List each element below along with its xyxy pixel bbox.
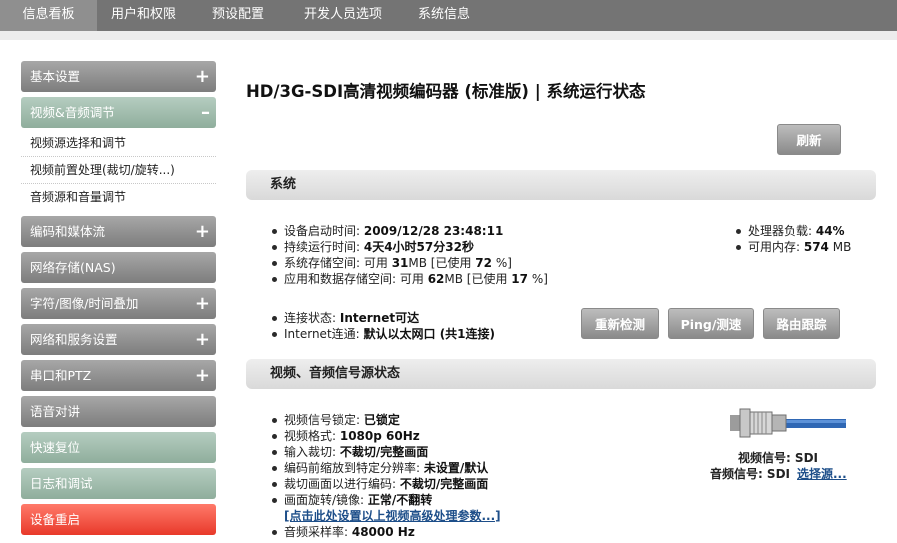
list-item: 视频格式: 1080p 60Hz [270, 428, 501, 444]
tab-system-info[interactable]: 系统信息 [400, 0, 488, 31]
sidebar-item-label: 编码和媒体流 [30, 224, 106, 239]
refresh-button[interactable]: 刷新 [777, 124, 841, 155]
sidebar-item-nas[interactable]: 网络存储(NAS) [21, 252, 216, 283]
expand-plus-icon: + [194, 365, 210, 386]
sidebar-item-encoding-streams[interactable]: 编码和媒体流 + [21, 216, 216, 247]
sidebar-item-serial-ptz[interactable]: 串口和PTZ + [21, 360, 216, 391]
audio-signal-label: 音频信号: SDI [709, 467, 790, 481]
video-signal-label: 视频信号: SDI [737, 451, 818, 465]
sidebar-item-label: 日志和调试 [30, 476, 93, 491]
sidebar-item-label: 字符/图像/时间叠加 [30, 296, 139, 311]
collapse-minus-icon: – [201, 102, 210, 123]
list-item: 系统存储空间: 可用 31MB [已使用 72 %] [270, 255, 548, 271]
sidebar-item-label: 基本设置 [30, 69, 81, 84]
sidebar-item-logs-debug[interactable]: 日志和调试 [21, 468, 216, 499]
sidebar-item-label: 网络和服务设置 [30, 332, 118, 347]
list-item: 应用和数据存储空间: 可用 62MB [已使用 17 %] [270, 271, 548, 287]
advanced-video-settings-link[interactable]: [点击此处设置以上视频高级处理参数...] [284, 509, 501, 523]
top-nav: 信息看板 用户和权限 预设配置 开发人员选项 系统信息 [0, 0, 897, 31]
list-item: 音频采样率: 48000 Hz [270, 524, 501, 540]
page-title: HD/3G-SDI高清视频编码器 (标准版) | 系统运行状态 [246, 82, 646, 101]
tab-developer-options[interactable]: 开发人员选项 [286, 0, 400, 31]
sidebar-item-quick-reset[interactable]: 快速复位 [21, 432, 216, 463]
tab-users-permissions[interactable]: 用户和权限 [97, 0, 190, 31]
list-item: 可用内存: 574 MB [734, 239, 851, 255]
list-item: 视频信号锁定: 已锁定 [270, 412, 501, 428]
sidebar-item-label: 快速复位 [30, 440, 81, 455]
route-trace-button[interactable]: 路由跟踪 [763, 308, 840, 339]
list-item: 持续运行时间: 4天4小时57分32秒 [270, 239, 548, 255]
select-source-link[interactable]: 选择源... [797, 467, 847, 481]
connection-status-list: 连接状态: Internet可达 Internet连通: 默认以太网口 (共1连… [270, 310, 495, 342]
ping-speedtest-button[interactable]: Ping/测速 [668, 308, 754, 339]
section-header-av-status: 视频、音频信号源状态 [246, 359, 876, 389]
list-item: 裁切画面以进行编码: 不裁切/完整画面 [270, 476, 501, 492]
sidebar-item-basic-settings[interactable]: 基本设置 + [21, 61, 216, 92]
sdi-connector-icon [730, 408, 846, 438]
sidebar-item-video-audio[interactable]: 视频&音频调节 – [21, 97, 216, 128]
system-info-list: 设备启动时间: 2009/12/28 23:48:11 持续运行时间: 4天4小… [270, 223, 548, 287]
expand-plus-icon: + [194, 221, 210, 242]
recheck-button[interactable]: 重新检测 [581, 308, 659, 339]
sidebar-item-label: 视频&音频调节 [30, 105, 115, 120]
tab-presets[interactable]: 预设配置 [190, 0, 286, 31]
expand-plus-icon: + [194, 293, 210, 314]
sidebar-item-network-services[interactable]: 网络和服务设置 + [21, 324, 216, 355]
sidebar-item-label: 设备重启 [30, 512, 81, 527]
tab-dashboard[interactable]: 信息看板 [0, 0, 97, 31]
sidebar-item-reboot[interactable]: 设备重启 [21, 504, 216, 535]
sidebar-subitem-audio-source[interactable]: 音频源和音量调节 [21, 184, 216, 211]
system-resource-list: 处理器负载: 44% 可用内存: 574 MB [734, 223, 851, 255]
list-item: 编码前缩放到特定分辨率: 未设置/默认 [270, 460, 501, 476]
av-status-list: 视频信号锁定: 已锁定 视频格式: 1080p 60Hz 输入裁切: 不裁切/完… [270, 412, 501, 540]
expand-plus-icon: + [194, 329, 210, 350]
list-item: 连接状态: Internet可达 [270, 310, 495, 326]
list-item: 设备启动时间: 2009/12/28 23:48:11 [270, 223, 548, 239]
sidebar-item-overlay[interactable]: 字符/图像/时间叠加 + [21, 288, 216, 319]
sidebar-item-label: 串口和PTZ [30, 368, 92, 383]
section-header-system: 系统 [246, 170, 876, 200]
list-item: 画面旋转/镜像: 正常/不翻转 [270, 492, 501, 508]
sidebar-subitem-video-source[interactable]: 视频源选择和调节 [21, 130, 216, 157]
nav-underline-strip [0, 31, 897, 40]
list-item: 处理器负载: 44% [734, 223, 851, 239]
sidebar-subitem-video-preprocess[interactable]: 视频前置处理(裁切/旋转...) [21, 157, 216, 184]
sidebar: 基本设置 + 视频&音频调节 – 视频源选择和调节 视频前置处理(裁切/旋转..… [21, 61, 216, 540]
sidebar-item-label: 语音对讲 [30, 404, 81, 419]
select-source-wrap: 选择源... [797, 465, 847, 482]
list-item: [点击此处设置以上视频高级处理参数...] [270, 508, 501, 524]
expand-plus-icon: + [194, 66, 210, 87]
sidebar-submenu: 视频源选择和调节 视频前置处理(裁切/旋转...) 音频源和音量调节 [21, 128, 216, 211]
sidebar-item-label: 网络存储(NAS) [30, 260, 116, 275]
list-item: 输入裁切: 不裁切/完整画面 [270, 444, 501, 460]
list-item: Internet连通: 默认以太网口 (共1连接) [270, 326, 495, 342]
sidebar-item-intercom[interactable]: 语音对讲 [21, 396, 216, 427]
